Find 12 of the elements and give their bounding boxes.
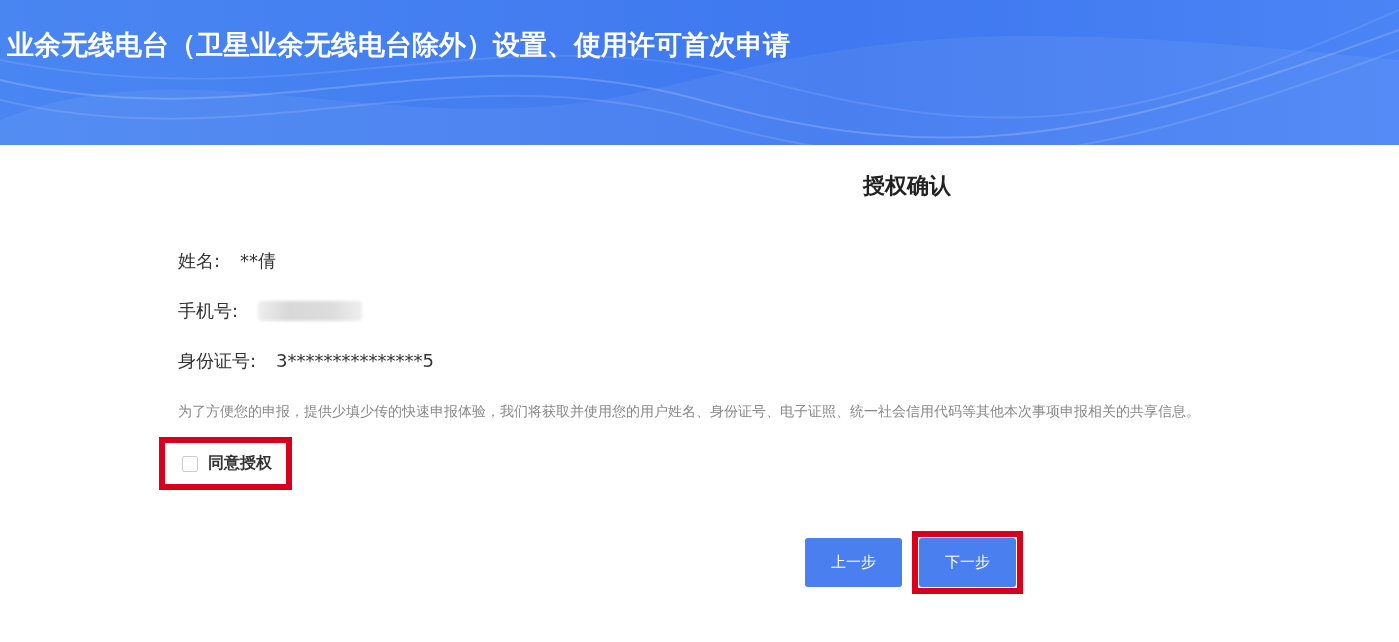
checkbox-label[interactable]: 同意授权 xyxy=(208,453,272,474)
field-value: 3***************5 xyxy=(276,350,434,371)
step-button[interactable]: 下一步 xyxy=(919,538,1016,587)
field-label: 手机号: xyxy=(178,298,239,323)
page-title: 业余无线电台（卫星业余无线电台除外）设置、使用许可首次申请 xyxy=(6,28,790,62)
field-value: **倩 xyxy=(240,248,277,273)
section-heading: 授权确认 xyxy=(863,172,951,200)
field-label: 姓名: xyxy=(178,248,221,273)
checkbox[interactable] xyxy=(182,455,198,472)
field-label: 身份证号: xyxy=(178,348,257,373)
step-button[interactable]: 上一步 xyxy=(805,538,902,587)
notice-text: 为了方便您的申报，提供少填少传的快速申报体验，我们将获取并使用您的用户姓名、身份证号、电子证照、统一社会信用代码等其他本次事项申报相关的共享信息。 xyxy=(178,403,1200,421)
